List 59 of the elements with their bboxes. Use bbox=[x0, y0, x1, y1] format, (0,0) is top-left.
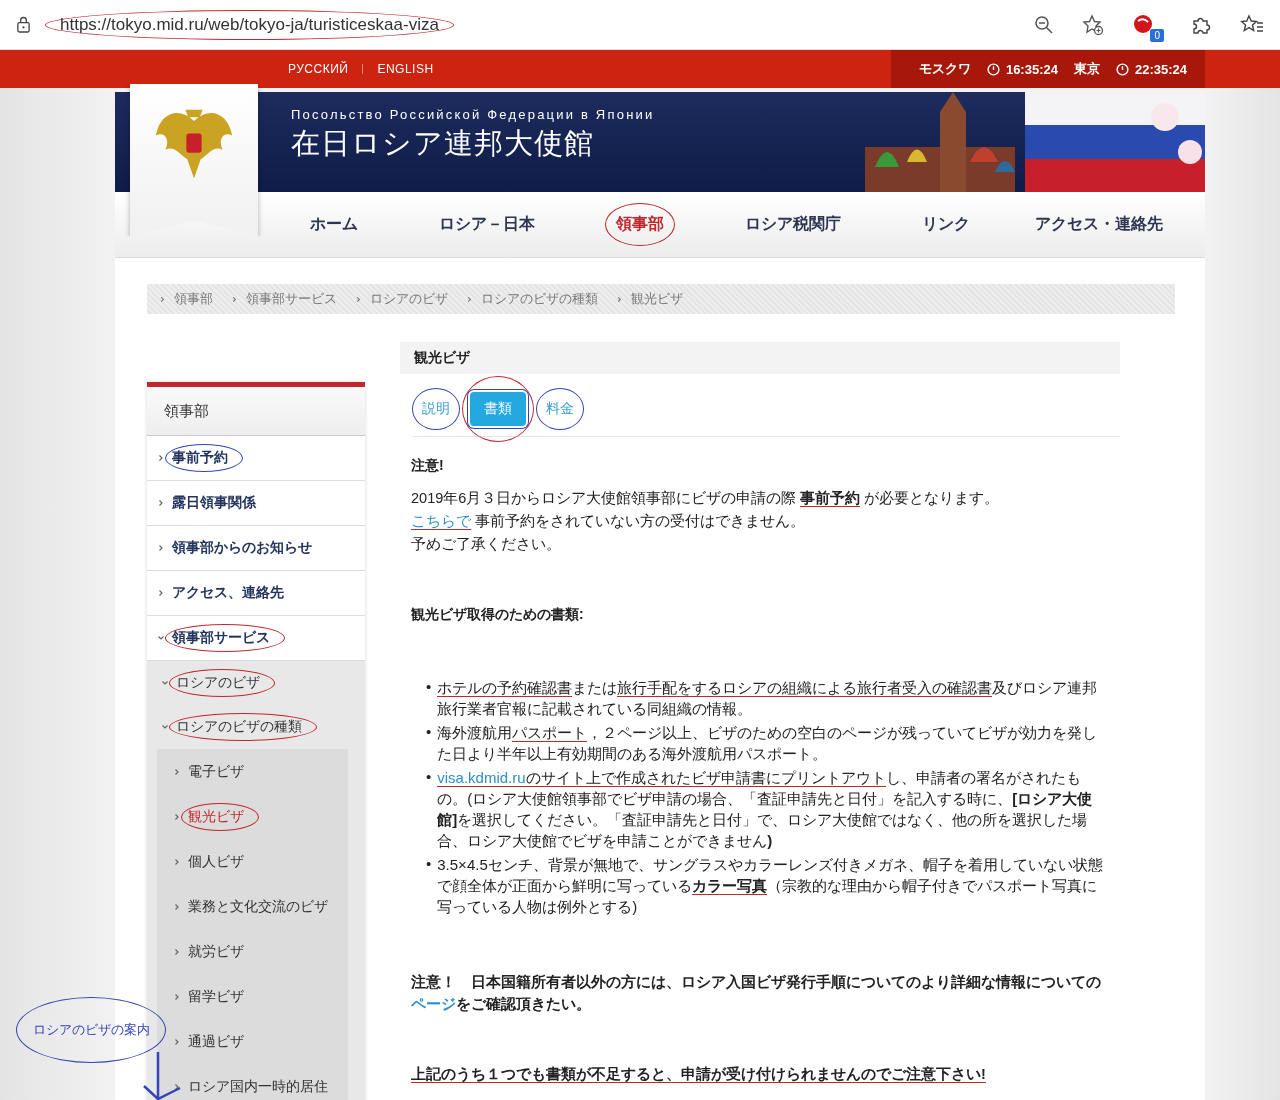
city-label: 東京 bbox=[1073, 60, 1100, 78]
city-label: モスクワ bbox=[918, 60, 971, 78]
warning-text: 上記のうち１つでも書類が不足すると、申請が受け付けられませんのでご注意下さい! bbox=[411, 1065, 987, 1085]
sidebar-item[interactable]: 業務と文化交流のビザ bbox=[181, 892, 343, 921]
extension-badge: 0 bbox=[1150, 28, 1164, 42]
requirement-item: visa.kdmid.ruのサイト上で作成されたビザ申請書にプリントアウト し、申請者の署名がされたもの。(ロシア大使館領事部でビザ申請の場合、「査証申請先と日付」を記入する時に、[ロシア大使館]を選択してください。「査証申請先と日付」で、ロシア大使館ではなく、他の所を選択した場合、ロシア大使館でビザを申請ことができません) bbox=[437, 768, 1094, 851]
clock-time: 22:35:24 bbox=[1134, 61, 1187, 77]
language-link[interactable]: ENGLISH bbox=[377, 62, 434, 76]
section-heading: 観光ビザ取得のための書類: bbox=[411, 606, 585, 624]
nav-tab[interactable]: ロシア－日本 bbox=[429, 204, 546, 245]
notice-text: こちらで 事前予約をされていない方の受付はできません。 bbox=[411, 512, 807, 532]
sidebar-item[interactable]: 留学ビザ bbox=[181, 982, 259, 1011]
chevron-right-icon bbox=[466, 295, 473, 303]
zoom-out-icon[interactable] bbox=[1034, 14, 1054, 35]
breadcrumb-link[interactable]: ロシアのビザ bbox=[370, 290, 448, 308]
note-text: 注意！ 日本国籍所有者以外の方には、ロシア入国ビザ発行手順についてのより詳細な情報についての ページをご確認頂きたい。 bbox=[411, 973, 1102, 1014]
header-subtitle: Посольство Российской Федерации в Японии bbox=[291, 106, 655, 122]
breadcrumb-link[interactable]: ロシアのビザの種類 bbox=[481, 290, 598, 308]
inline-link[interactable]: こちらで bbox=[411, 513, 471, 530]
sidebar-item[interactable]: 露日領事関係 bbox=[165, 489, 271, 517]
chevron-right-icon bbox=[159, 295, 166, 303]
language-link[interactable]: РУССКИЙ bbox=[288, 62, 349, 76]
breadcrumb-link[interactable]: 領事部 bbox=[174, 290, 213, 308]
chevron-right-icon bbox=[616, 295, 623, 303]
breadcrumb-link[interactable]: 領事部サービス bbox=[246, 290, 337, 308]
bullet-marker: • bbox=[426, 767, 432, 787]
bullet-marker: • bbox=[426, 677, 432, 697]
clock-icon bbox=[1115, 62, 1129, 76]
nav-tab[interactable]: アクセス・連絡先 bbox=[1024, 204, 1173, 245]
chevron-right-icon bbox=[231, 295, 238, 303]
requirement-item: ホテルの予約確認書または旅行手配をするロシアの組織による旅行者受入の確認書及びロシア連邦旅行業者官報に記載されている同組織の情報。 bbox=[437, 678, 1099, 719]
sidebar-item[interactable]: ロシア国内一時的居住 bbox=[181, 1072, 343, 1100]
nav-tab[interactable]: ロシア税関庁 bbox=[734, 204, 851, 245]
sidebar-heading: 領事部 bbox=[147, 387, 365, 436]
site-title: 在日ロシア連邦大使館 bbox=[291, 125, 595, 161]
requirement-item: 3.5×4.5センチ、背景が無地で、サングラスやカラーレンズ付きメガネ、帽子を着用していない状態で顔全体が正面から鮮明に写っているカラー写真（宗教的な理由から帽子付きでパスポート写真に写っている人物は例外とする) bbox=[437, 855, 1104, 917]
page-title: 観光ビザ bbox=[400, 342, 1120, 374]
inline-link[interactable]: visa.kdmid.ru bbox=[437, 769, 526, 787]
inline-link[interactable]: ページ bbox=[411, 996, 456, 1012]
nav-tab[interactable]: リンク bbox=[911, 204, 980, 245]
sidebar-item[interactable]: 電子ビザ bbox=[181, 757, 259, 786]
notice-text: 予めご了承ください。 bbox=[411, 535, 562, 554]
nav-tab[interactable]: ホーム bbox=[300, 204, 369, 245]
clock-icon bbox=[986, 62, 1000, 76]
requirement-item: 海外渡航用パスポート，２ページ以上、ビザのための空白のページが残っていてビザが効力を発した日より半年以上有効期間のある海外渡航用パスポート。 bbox=[437, 723, 1099, 764]
notice-text: 2019年6月３日からロシア大使館領事部にビザの申請の際 事前予約 が必要となります。 bbox=[411, 489, 1001, 509]
sidebar-item[interactable]: 通過ビザ bbox=[181, 1027, 259, 1056]
clock-time: 16:35:24 bbox=[1005, 61, 1058, 77]
sidebar-item[interactable]: 領事部からのお知らせ bbox=[165, 534, 327, 562]
sidebar-item[interactable]: 就労ビザ bbox=[181, 937, 259, 966]
bullet-marker: • bbox=[426, 854, 432, 874]
sidebar-item[interactable]: アクセス、連絡先 bbox=[165, 579, 299, 607]
sidebar-item[interactable]: 個人ビザ bbox=[181, 847, 259, 876]
star-add-icon[interactable] bbox=[1082, 13, 1104, 36]
notice-heading: 注意! bbox=[411, 457, 445, 475]
lock-icon bbox=[16, 16, 31, 33]
chevron-right-icon bbox=[355, 295, 362, 303]
bullet-marker: • bbox=[426, 722, 432, 742]
breadcrumb-link[interactable]: 観光ビザ bbox=[631, 290, 683, 308]
